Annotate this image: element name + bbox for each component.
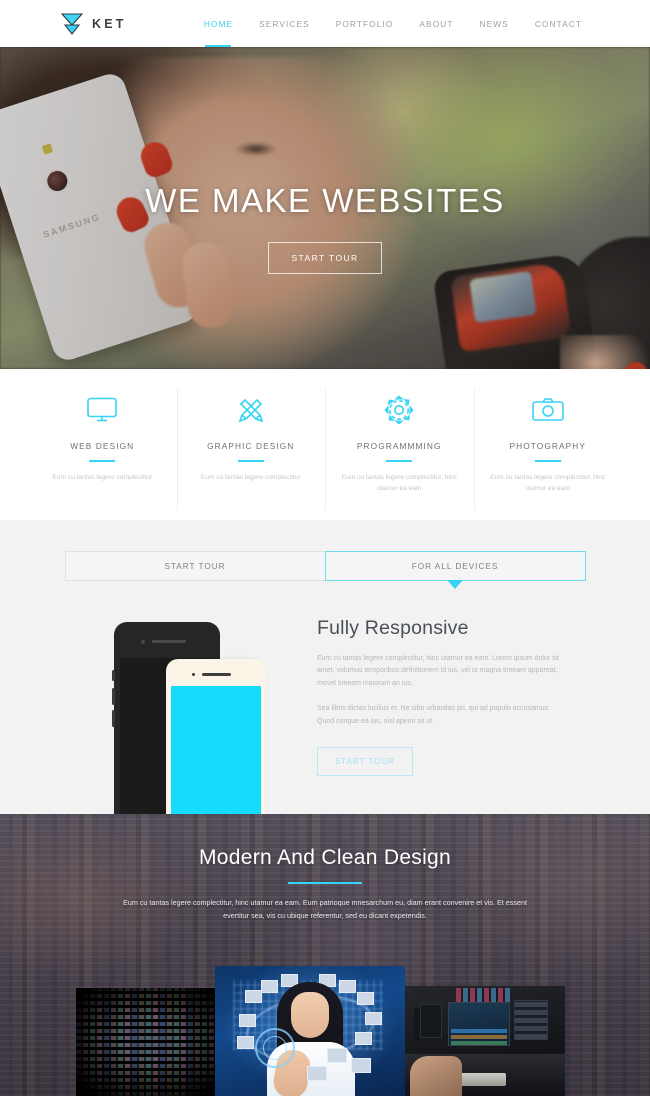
responsive-title: Fully Responsive <box>317 617 469 639</box>
modern-paragraph: Eum cu tantas legere complectitur, hinc … <box>123 898 527 920</box>
nav-item-contact[interactable]: CONTACT <box>522 15 595 33</box>
service-card-web-design[interactable]: WEB DESIGN Eum cu tantas legere complect… <box>28 393 177 520</box>
triangle-hourglass-logo-icon <box>60 12 84 35</box>
responsive-start-tour-button[interactable]: START TOUR <box>317 747 413 777</box>
tab-label: FOR ALL DEVICES <box>411 561 499 571</box>
modern-design-section: Modern And Clean Design Eum cu tantas le… <box>0 814 650 1096</box>
nav-item-home[interactable]: HOME <box>191 15 246 33</box>
service-underline <box>237 460 264 462</box>
tab-label: START TOUR <box>164 561 226 571</box>
hero-title: WE MAKE WEBSITES <box>145 182 505 219</box>
nav-item-services[interactable]: SERVICES <box>246 15 323 33</box>
service-description: Eum cu tantas legere complectitur, hinc … <box>490 474 606 492</box>
responsive-paragraph-1: Eum cu tantas legere complectitur, hinc … <box>317 655 559 687</box>
phone-mockups <box>104 617 294 822</box>
service-title: PROGRAMMMING <box>356 441 442 451</box>
editing-studio-thumbnail[interactable] <box>400 986 565 1096</box>
service-card-programming[interactable]: PROGRAMMMING Eum cu tantas legere comple… <box>325 389 474 520</box>
brand-logo[interactable]: KET <box>60 12 127 35</box>
service-title: GRAPHIC DESIGN <box>207 441 295 451</box>
hero-start-tour-button[interactable]: START TOUR <box>268 242 382 274</box>
nav-item-about[interactable]: ABOUT <box>406 15 466 33</box>
responsive-section: START TOUR FOR ALL DEVICES Fully Respons… <box>0 520 650 822</box>
service-underline <box>386 460 413 462</box>
tab-active-arrow-icon <box>447 580 463 589</box>
service-title: PHOTOGRAPHY <box>509 441 586 451</box>
service-description: Eum cu tantas legere complectitur <box>200 474 301 481</box>
nav-item-portfolio[interactable]: PORTFOLIO <box>323 15 407 33</box>
tab-bar: START TOUR FOR ALL DEVICES <box>64 551 586 589</box>
pencil-ruler-icon <box>191 393 312 427</box>
gear-icon <box>339 393 460 427</box>
camera-icon <box>488 393 609 427</box>
brand-name: KET <box>92 16 127 31</box>
service-underline <box>89 460 116 462</box>
modern-title: Modern And Clean Design <box>198 846 452 869</box>
service-description: Eum cu tantas legere complectitur <box>52 474 153 481</box>
main-navigation: HOME SERVICES PORTFOLIO ABOUT NEWS CONTA… <box>191 15 595 33</box>
phone-screen <box>171 686 261 822</box>
nav-item-news[interactable]: NEWS <box>467 15 522 33</box>
service-underline <box>534 460 561 462</box>
video-wall-thumbnail[interactable] <box>76 988 221 1096</box>
service-title: WEB DESIGN <box>70 441 135 451</box>
tab-start-tour[interactable]: START TOUR <box>64 551 326 581</box>
services-section: WEB DESIGN Eum cu tantas legere complect… <box>0 369 650 520</box>
responsive-paragraph-2: Sea libris dictas lucilius et. Ne cibo u… <box>317 705 551 725</box>
monitor-icon <box>42 393 163 427</box>
service-description: Eum cu tantas legere complectitur, hinc … <box>341 474 457 492</box>
tab-for-all-devices[interactable]: FOR ALL DEVICES <box>324 551 586 589</box>
tech-woman-thumbnail[interactable] <box>215 966 405 1096</box>
service-card-graphic-design[interactable]: GRAPHIC DESIGN Eum cu tantas legere comp… <box>176 389 326 520</box>
modern-underline <box>288 882 362 884</box>
gallery-strip <box>0 966 650 1096</box>
hero-section: SAMSUNG WE MAKE WEBSITES START TOUR <box>0 47 650 369</box>
site-header: KET HOME SERVICES PORTFOLIO ABOUT NEWS C… <box>0 0 650 47</box>
white-phone-mockup <box>166 659 266 822</box>
service-card-photography[interactable]: PHOTOGRAPHY Eum cu tantas legere complec… <box>473 389 623 520</box>
